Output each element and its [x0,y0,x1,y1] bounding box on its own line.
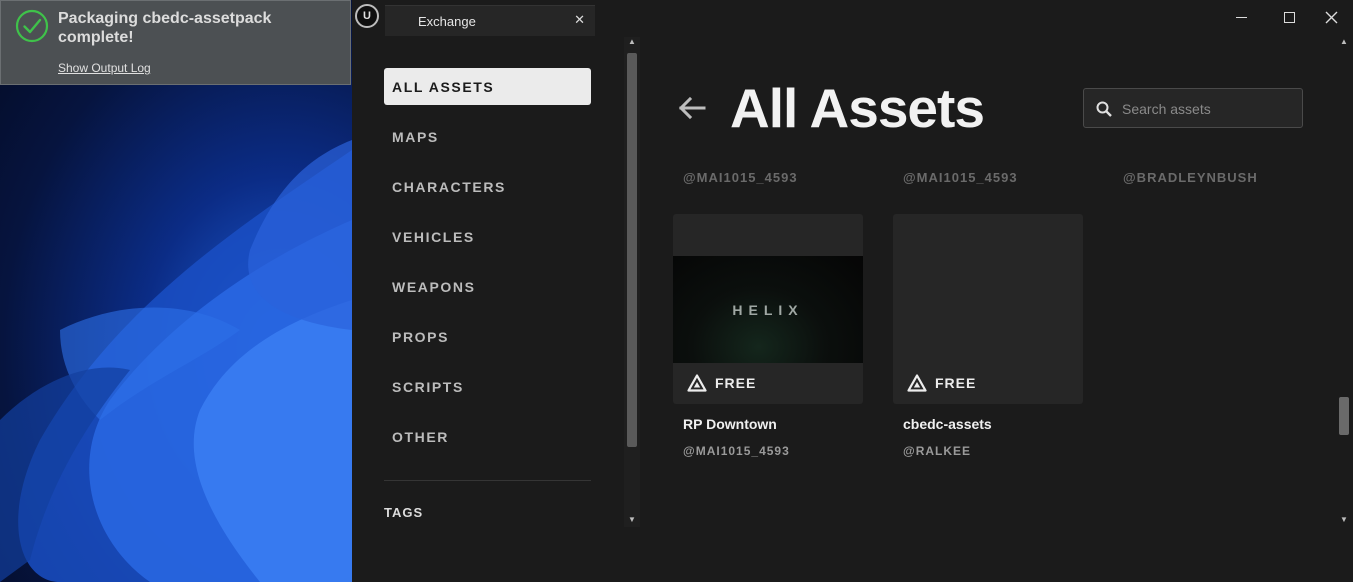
category-characters[interactable]: CHARACTERS [384,168,591,205]
page-title: All Assets [730,77,985,139]
close-tab-icon[interactable]: ✕ [574,12,585,28]
maximize-button[interactable] [1274,6,1304,28]
search-input[interactable] [1122,98,1292,120]
exchange-window: U Exchange ✕ ALL ASSETS MAPS CHARACTERS … [352,0,1353,582]
main-scroll-thumb[interactable] [1339,397,1349,435]
asset-name[interactable]: RP Downtown [683,416,777,432]
category-weapons[interactable]: WEAPONS [384,268,591,305]
category-vehicles[interactable]: VEHICLES [384,218,591,255]
category-scripts[interactable]: SCRIPTS [384,368,591,405]
success-check-icon [15,9,49,43]
minimize-icon [1235,16,1247,18]
show-output-log-link[interactable]: Show Output Log [58,61,151,75]
cutoff-author: @BRADLEYNBUSH [1123,170,1258,184]
tab-exchange[interactable]: Exchange ✕ [385,5,595,36]
sidebar-scrollbar[interactable]: ▲ ▼ [624,37,640,527]
helix-logo: HELIX [732,301,804,318]
cutoff-author: @MAI1015_4593 [683,170,798,184]
main-scrollbar[interactable]: ▲ ▼ [1336,37,1352,527]
scroll-up-icon[interactable]: ▲ [624,37,640,47]
asset-thumbnail: HELIX [673,256,863,363]
desktop-wallpaper [0,0,352,582]
price-badge: FREE [907,374,976,392]
price-label: FREE [935,375,977,391]
title-bar: U Exchange ✕ [352,0,1353,36]
scroll-down-icon[interactable]: ▼ [1336,515,1352,525]
price-badge: FREE [687,374,756,392]
scroll-up-icon[interactable]: ▲ [1336,37,1352,47]
asset-card-cbedc-assets[interactable]: FREE [893,214,1083,404]
scroll-down-icon[interactable]: ▼ [624,515,640,525]
notification-message: Packaging cbedc-assetpack complete! [58,10,272,46]
category-props[interactable]: PROPS [384,318,591,355]
search-box[interactable] [1083,88,1303,128]
search-icon [1096,101,1112,117]
asset-author[interactable]: @RALKEE [903,444,971,458]
minimize-button[interactable] [1226,6,1256,28]
close-window-button[interactable] [1316,6,1346,28]
tags-heading: TAGS [384,505,424,520]
asset-author[interactable]: @MAI1015_4593 [683,444,790,458]
helix-triangle-icon [687,374,707,392]
asset-name[interactable]: cbedc-assets [903,416,992,432]
notification-toast: Packaging cbedc-assetpack complete! Show… [0,0,351,85]
category-all-assets[interactable]: ALL ASSETS [384,68,591,105]
maximize-icon [1283,11,1295,23]
wallpaper-bloom [0,140,352,582]
close-icon [1325,11,1337,23]
unreal-logo-icon: U [355,4,379,28]
sidebar-divider [384,480,591,481]
asset-card-rp-downtown[interactable]: HELIX FREE [673,214,863,404]
back-arrow-icon[interactable] [676,92,708,124]
category-other[interactable]: OTHER [384,418,591,455]
previous-row-cutoff: @MAI1015_4593 @MAI1015_4593 @BRADLEYNBUS… [652,150,1332,185]
helix-triangle-icon [907,374,927,392]
cutoff-author: @MAI1015_4593 [903,170,1018,184]
tab-label: Exchange [418,14,476,29]
sidebar-scroll-thumb[interactable] [627,53,637,447]
price-label: FREE [715,375,757,391]
category-maps[interactable]: MAPS [384,118,591,155]
